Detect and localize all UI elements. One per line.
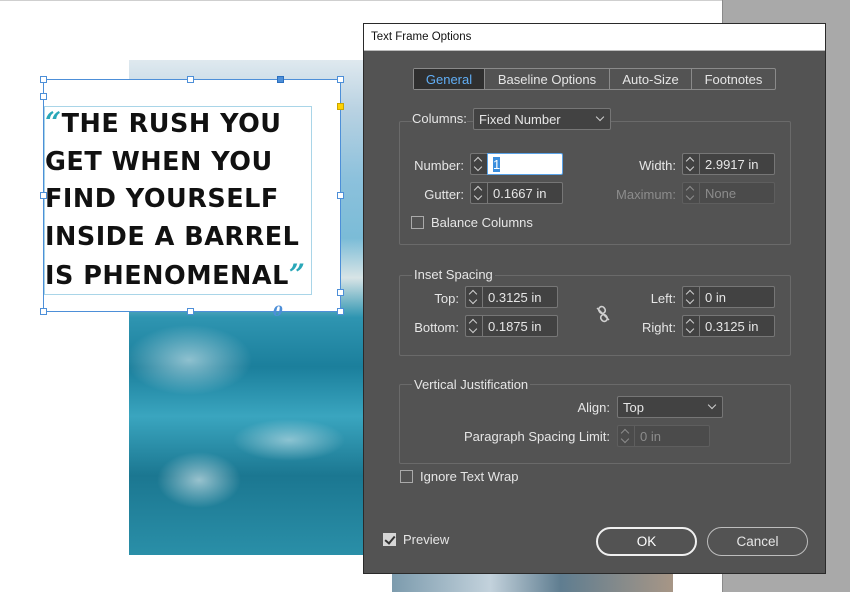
tab-baseline-options[interactable]: Baseline Options <box>485 69 610 89</box>
corner-options-handle[interactable] <box>337 103 344 110</box>
resize-handle-bottom-left[interactable] <box>40 308 47 315</box>
dialog-title: Text Frame Options <box>371 31 472 43</box>
text-frame-options-dialog: Text Frame Options General Baseline Opti… <box>363 23 826 574</box>
maximum-stepper: None <box>682 182 775 204</box>
number-input[interactable]: 1 <box>487 153 563 175</box>
quote-text[interactable]: “THE RUSH YOU GET WHEN YOU FIND YOURSELF… <box>45 104 335 296</box>
align-dropdown[interactable]: Top <box>617 396 723 418</box>
resize-handle-left-upper[interactable] <box>40 93 47 100</box>
close-quote-mark: ” <box>288 258 306 291</box>
maximum-input: None <box>699 182 775 204</box>
maximum-stepper-arrows-icon <box>682 182 699 204</box>
inset-bottom-stepper-arrows-icon[interactable] <box>465 315 482 337</box>
paragraph-spacing-stepper: 0 in <box>617 425 710 447</box>
quote-line-5: IS PHENOMENAL” <box>45 258 306 291</box>
gutter-label: Gutter: <box>424 187 464 202</box>
align-label: Align: <box>577 400 610 415</box>
width-label: Width: <box>639 158 676 173</box>
resize-handle-middle-right[interactable] <box>337 192 344 199</box>
resize-handle-right-lower[interactable] <box>337 289 344 296</box>
inset-bottom-input[interactable]: 0.1875 in <box>482 315 558 337</box>
quote-line-4: INSIDE A BARREL <box>45 221 300 252</box>
ignore-text-wrap-label: Ignore Text Wrap <box>420 469 519 484</box>
inset-left-label: Left: <box>650 291 676 306</box>
columns-type-dropdown[interactable]: Fixed Number <box>473 108 611 130</box>
in-port-handle[interactable] <box>277 76 284 83</box>
dialog-tabs: General Baseline Options Auto-Size Footn… <box>413 68 776 90</box>
tab-footnotes[interactable]: Footnotes <box>692 69 775 89</box>
number-stepper[interactable]: 1 <box>470 153 563 175</box>
preview-checkbox[interactable] <box>383 533 396 546</box>
paragraph-spacing-limit-label: Paragraph Spacing Limit: <box>464 429 610 444</box>
width-stepper[interactable]: 2.9917 in <box>682 153 775 175</box>
inset-spacing-title: Inset Spacing <box>412 267 495 282</box>
inset-left-stepper-arrows-icon[interactable] <box>682 286 699 308</box>
tab-auto-size[interactable]: Auto-Size <box>610 69 692 89</box>
inset-right-label: Right: <box>642 320 676 335</box>
out-port-icon[interactable]: 0 <box>273 305 283 319</box>
resize-handle-top-right[interactable] <box>337 76 344 83</box>
paragraph-spacing-stepper-arrows-icon <box>617 425 634 447</box>
inset-right-stepper[interactable]: 0.3125 in <box>682 315 775 337</box>
inset-left-stepper[interactable]: 0 in <box>682 286 775 308</box>
gutter-stepper[interactable]: 0.1667 in <box>470 182 563 204</box>
page-edge-top <box>0 0 723 1</box>
second-photo-frame[interactable] <box>392 572 673 592</box>
align-value: Top <box>623 400 644 415</box>
width-input[interactable]: 2.9917 in <box>699 153 775 175</box>
balance-columns-label: Balance Columns <box>431 215 533 230</box>
gutter-input[interactable]: 0.1667 in <box>487 182 563 204</box>
paragraph-spacing-input: 0 in <box>634 425 710 447</box>
tab-general[interactable]: General <box>414 69 485 89</box>
inset-top-stepper-arrows-icon[interactable] <box>465 286 482 308</box>
quote-line-2: GET WHEN YOU <box>45 146 273 177</box>
resize-handle-top-left[interactable] <box>40 76 47 83</box>
maximum-label: Maximum: <box>616 187 676 202</box>
ok-button[interactable]: OK <box>596 527 697 556</box>
vertical-justification-title: Vertical Justification <box>412 377 531 392</box>
open-quote-mark: “ <box>45 106 62 139</box>
gutter-stepper-arrows-icon[interactable] <box>470 182 487 204</box>
resize-handle-top-middle[interactable] <box>187 76 194 83</box>
chevron-down-icon <box>595 112 605 122</box>
cancel-button[interactable]: Cancel <box>707 527 808 556</box>
columns-type-value: Fixed Number <box>479 112 561 127</box>
number-stepper-arrows-icon[interactable] <box>470 153 487 175</box>
inset-top-label: Top: <box>434 291 459 306</box>
number-label: Number: <box>414 158 464 173</box>
chevron-down-icon <box>707 400 717 410</box>
resize-handle-bottom-middle[interactable] <box>187 308 194 315</box>
broken-chain-link-icon[interactable] <box>593 304 613 324</box>
inset-left-input[interactable]: 0 in <box>699 286 775 308</box>
inset-top-stepper[interactable]: 0.3125 in <box>465 286 558 308</box>
columns-label: Columns: <box>412 111 467 126</box>
balance-columns-checkbox[interactable] <box>411 216 424 229</box>
resize-handle-bottom-right[interactable] <box>337 308 344 315</box>
quote-line-1: “THE RUSH YOU <box>45 106 282 139</box>
inset-bottom-label: Bottom: <box>414 320 459 335</box>
resize-handle-middle-left[interactable] <box>40 192 47 199</box>
width-stepper-arrows-icon[interactable] <box>682 153 699 175</box>
inset-top-input[interactable]: 0.3125 in <box>482 286 558 308</box>
inset-right-input[interactable]: 0.3125 in <box>699 315 775 337</box>
inset-bottom-stepper[interactable]: 0.1875 in <box>465 315 558 337</box>
ignore-text-wrap-checkbox[interactable] <box>400 470 413 483</box>
preview-label: Preview <box>403 532 450 547</box>
vertical-justification-group <box>399 384 791 464</box>
quote-line-3: FIND YOURSELF <box>45 184 279 214</box>
dialog-titlebar[interactable]: Text Frame Options <box>364 24 825 51</box>
inset-right-stepper-arrows-icon[interactable] <box>682 315 699 337</box>
